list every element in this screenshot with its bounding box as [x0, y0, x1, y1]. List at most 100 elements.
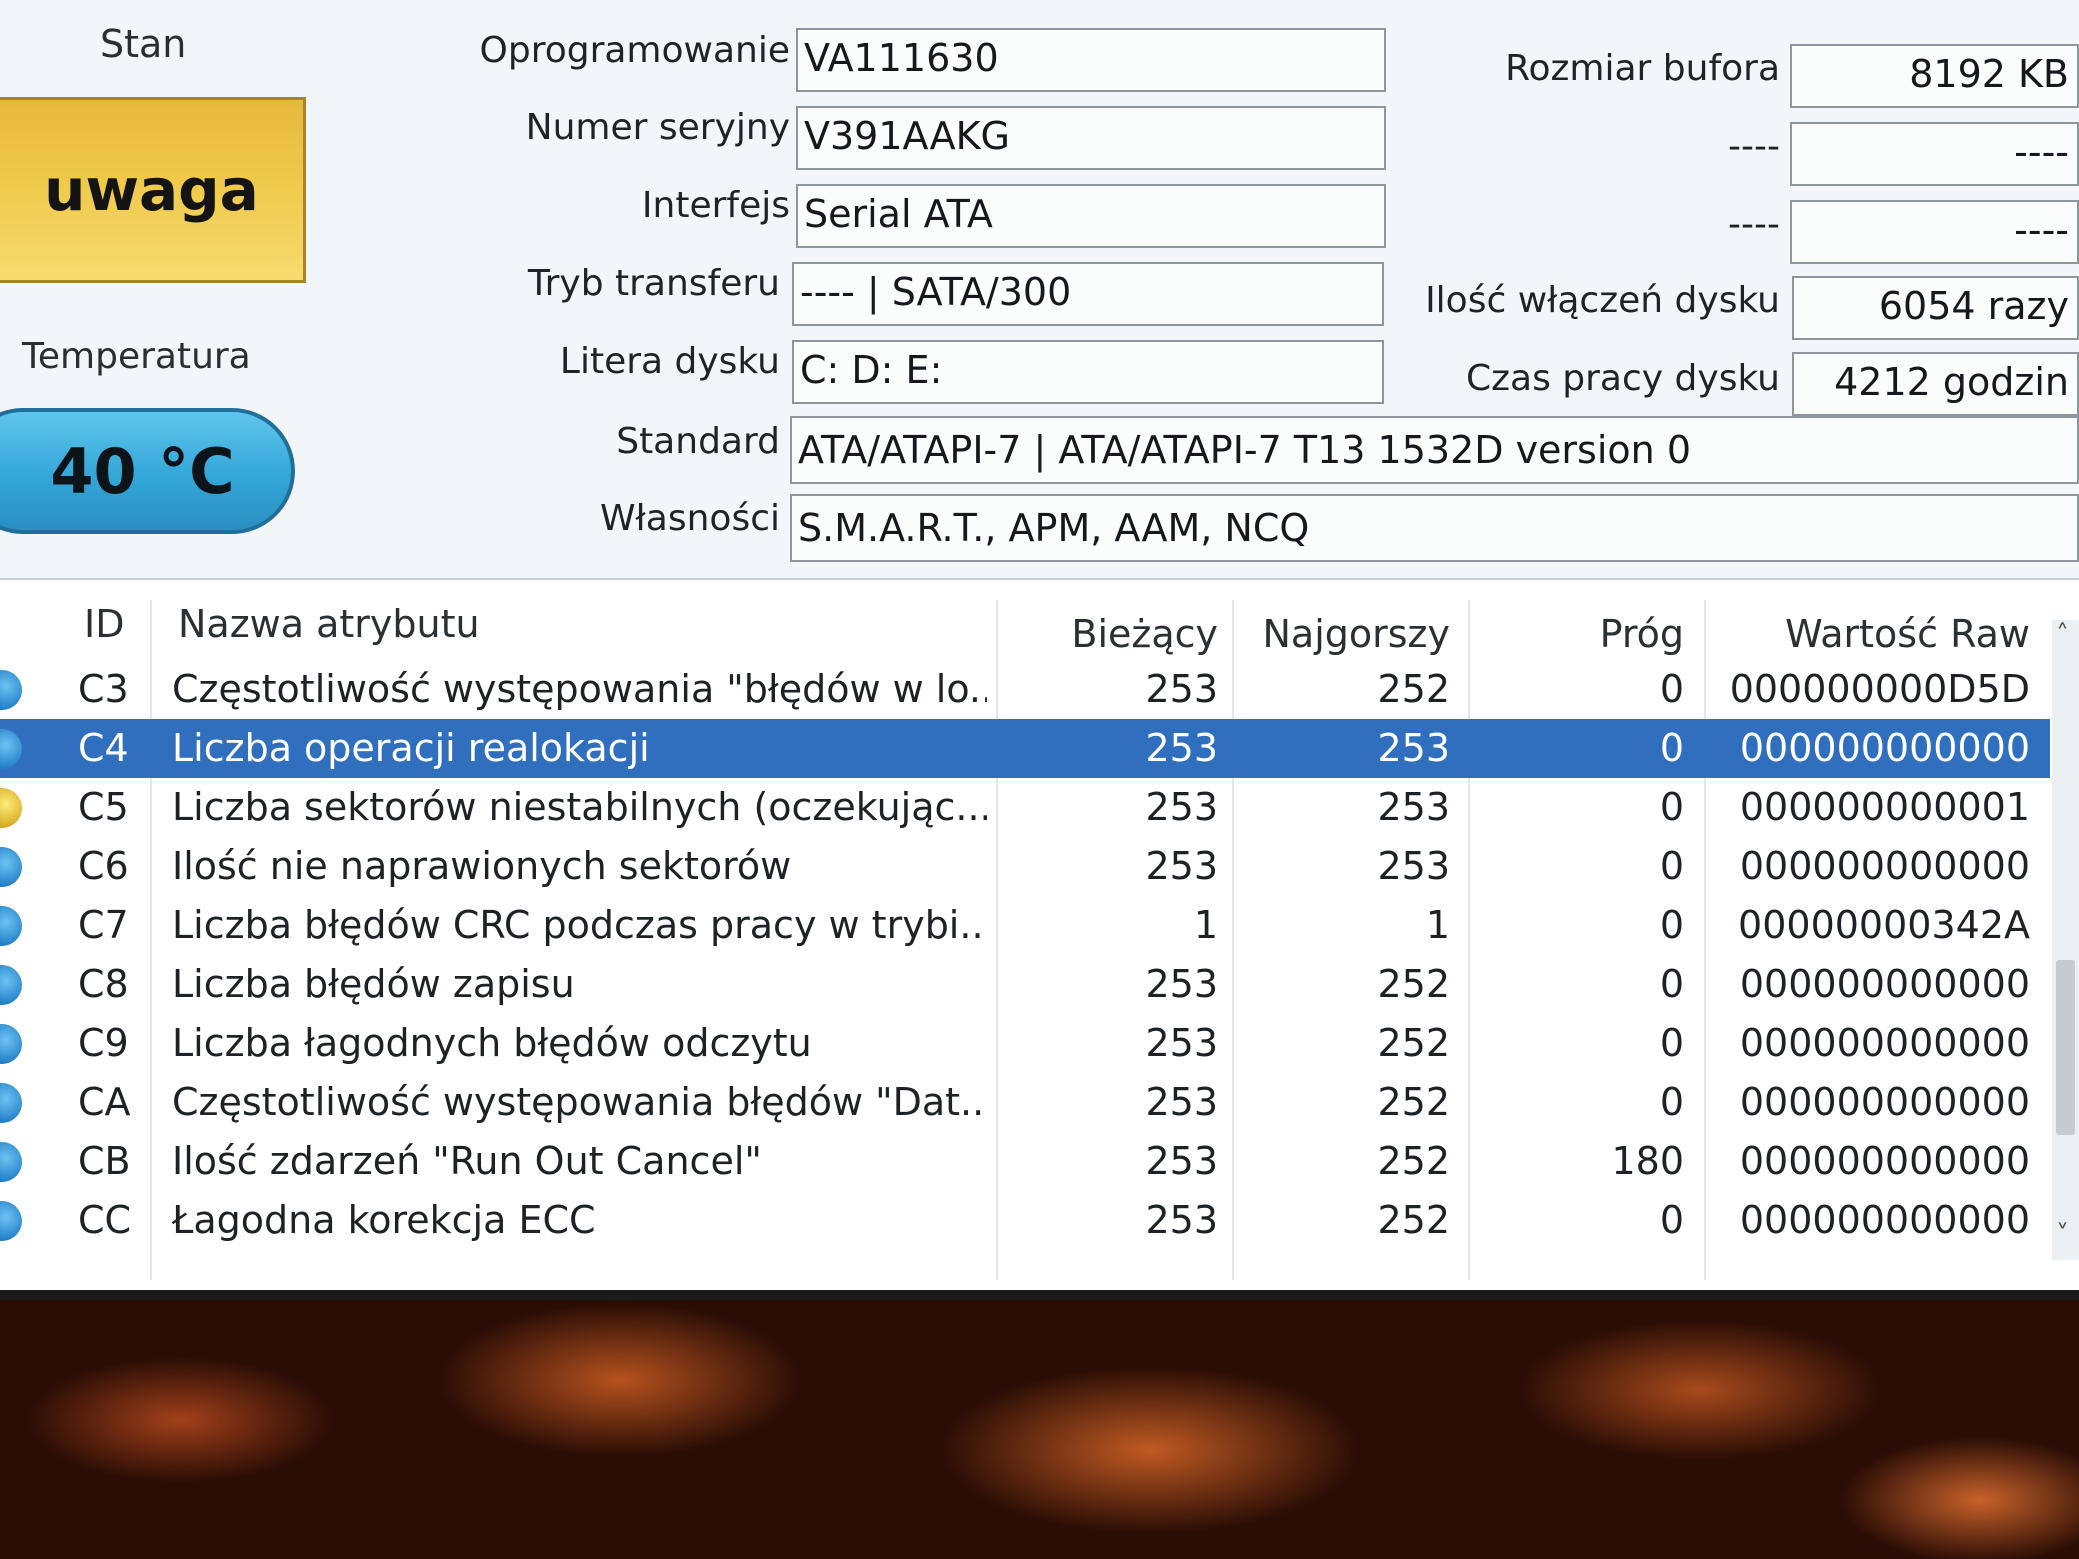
status-dot-icon — [0, 965, 22, 1005]
cell-raw: 000000000000 — [1739, 1139, 2030, 1183]
power-on-hours-label: Czas pracy dysku — [1465, 358, 1780, 399]
cell-current: 253 — [1145, 726, 1218, 770]
status-dot-icon — [0, 1201, 22, 1241]
cell-raw: 000000000000 — [1739, 1021, 2030, 1065]
cell-threshold: 0 — [1659, 1080, 1684, 1124]
cell-raw: 000000000000 — [1739, 844, 2030, 888]
unknown-field-1[interactable]: ---- — [1790, 122, 2079, 186]
table-row[interactable]: C4 Liczba operacji realokacji 253 253 0 00000… — [0, 719, 2050, 778]
smart-attributes-table[interactable]: ID Nazwa atrybutu Bieżący Najgorszy Próg… — [0, 578, 2079, 1292]
cell-name: Częstotliwość występowania "błędów w lo.… — [172, 667, 987, 711]
cell-raw: 000000000D5D — [1729, 667, 2030, 711]
cell-id: C7 — [78, 903, 129, 947]
cell-threshold: 0 — [1659, 1021, 1684, 1065]
serial-number-field[interactable]: V391AAKG — [796, 106, 1386, 170]
table-row[interactable]: CB Ilość zdarzeń "Run Out Cancel" 253 252 18… — [0, 1132, 2050, 1191]
cell-raw: 00000000342A — [1738, 903, 2030, 947]
transfer-mode-field[interactable]: ---- | SATA/300 — [792, 262, 1384, 326]
cell-worst: 253 — [1377, 844, 1450, 888]
cell-current: 253 — [1145, 1198, 1218, 1242]
cell-name: Łagodna korekcja ECC — [172, 1198, 596, 1242]
cell-current: 253 — [1145, 962, 1218, 1006]
cell-name: Ilość nie naprawionych sektorów — [172, 844, 792, 888]
cell-raw: 000000000000 — [1739, 726, 2030, 770]
cell-id: CB — [78, 1139, 131, 1183]
cell-id: C9 — [78, 1021, 129, 1065]
cell-name: Liczba sektorów niestabilnych (oczekując… — [172, 785, 987, 829]
cell-worst: 252 — [1377, 962, 1450, 1006]
scroll-up-icon[interactable]: ˄ — [2056, 620, 2069, 650]
cell-threshold: 0 — [1659, 962, 1684, 1006]
cell-id: C8 — [78, 962, 129, 1006]
cell-id: C4 — [78, 726, 129, 770]
status-dot-icon — [0, 670, 22, 710]
cell-threshold: 0 — [1659, 1198, 1684, 1242]
cell-threshold: 180 — [1611, 1139, 1684, 1183]
cell-worst: 1 — [1425, 903, 1450, 947]
unknown-field-2[interactable]: ---- — [1790, 200, 2079, 264]
table-row[interactable]: C3 Częstotliwość występowania "błędów w l… — [0, 660, 2050, 719]
temperature-badge: 40 °C — [0, 408, 295, 534]
cell-threshold: 0 — [1659, 667, 1684, 711]
cell-name: Liczba łagodnych błędów odczytu — [172, 1021, 812, 1065]
disk-info-window: Stan uwaga Temperatura 40 °C Oprogramowa… — [0, 0, 2079, 1300]
status-dot-icon — [0, 788, 22, 828]
unknown-label-2: ---- — [1728, 204, 1780, 245]
standard-label: Standard — [616, 421, 780, 462]
cell-id: C5 — [78, 785, 129, 829]
status-dot-icon — [0, 729, 22, 769]
table-row[interactable]: C5 Liczba sektorów niestabilnych (oczekuj… — [0, 778, 2050, 837]
table-row[interactable]: CC Łagodna korekcja ECC 253 252 0 00000000000… — [0, 1191, 2050, 1250]
table-row[interactable]: CA Częstotliwość występowania błędów "Dat… — [0, 1073, 2050, 1132]
cell-current: 253 — [1145, 667, 1218, 711]
table-row[interactable]: C7 Liczba błędów CRC podczas pracy w tryb… — [0, 896, 2050, 955]
scroll-down-icon[interactable]: ˅ — [2056, 1220, 2069, 1250]
cell-current: 253 — [1145, 844, 1218, 888]
status-dot-icon — [0, 1142, 22, 1182]
cell-raw: 000000000000 — [1739, 962, 2030, 1006]
cell-worst: 252 — [1377, 1080, 1450, 1124]
table-row[interactable]: C8 Liczba błędów zapisu 253 252 0 00000000000… — [0, 955, 2050, 1014]
features-field[interactable]: S.M.A.R.T., APM, AAM, NCQ — [790, 494, 2079, 562]
serial-number-label: Numer seryjny — [525, 107, 790, 148]
table-scrollbar[interactable]: ˄ ˅ — [2052, 620, 2079, 1260]
firmware-field[interactable]: VA111630 — [796, 28, 1386, 92]
cell-name: Ilość zdarzeń "Run Out Cancel" — [172, 1139, 762, 1183]
status-dot-icon — [0, 906, 22, 946]
cell-id: C6 — [78, 844, 129, 888]
cell-worst: 252 — [1377, 1198, 1450, 1242]
buffer-size-field[interactable]: 8192 KB — [1790, 44, 2079, 108]
status-label: Stan — [100, 22, 187, 66]
standard-field[interactable]: ATA/ATAPI-7 | ATA/ATAPI-7 T13 1532D vers… — [790, 416, 2079, 484]
status-dot-icon — [0, 1083, 22, 1123]
power-on-hours-field[interactable]: 4212 godzin — [1792, 352, 2079, 416]
table-row[interactable]: C9 Liczba łagodnych błędów odczytu 253 252 0… — [0, 1014, 2050, 1073]
status-dot-icon — [0, 1024, 22, 1064]
cell-name: Liczba błędów zapisu — [172, 962, 575, 1006]
cell-name: Liczba błędów CRC podczas pracy w trybi.… — [172, 903, 987, 947]
status-dot-icon — [0, 847, 22, 887]
temperature-label: Temperatura — [22, 336, 251, 377]
status-badge: uwaga — [0, 97, 306, 283]
interface-field[interactable]: Serial ATA — [796, 184, 1386, 248]
cell-current: 253 — [1145, 785, 1218, 829]
drive-letter-field[interactable]: C: D: E: — [792, 340, 1384, 404]
power-on-count-label: Ilość włączeń dysku — [1425, 280, 1780, 321]
cell-id: CA — [78, 1080, 131, 1124]
features-label: Własności — [599, 498, 780, 539]
scroll-thumb[interactable] — [2056, 960, 2075, 1135]
power-on-count-field[interactable]: 6054 razy — [1792, 276, 2079, 340]
cell-worst: 252 — [1377, 1139, 1450, 1183]
desk-background — [0, 1300, 2079, 1559]
drive-letter-label: Litera dysku — [559, 341, 780, 382]
transfer-mode-label: Tryb transferu — [527, 263, 780, 304]
cell-id: C3 — [78, 667, 129, 711]
table-row[interactable]: C6 Ilość nie naprawionych sektorów 253 253 0… — [0, 837, 2050, 896]
cell-current: 253 — [1145, 1139, 1218, 1183]
firmware-label: Oprogramowanie — [479, 30, 791, 71]
cell-raw: 000000000001 — [1739, 785, 2030, 829]
cell-current: 1 — [1193, 903, 1218, 947]
cell-raw: 000000000000 — [1739, 1080, 2030, 1124]
cell-id: CC — [78, 1198, 132, 1242]
cell-threshold: 0 — [1659, 785, 1684, 829]
